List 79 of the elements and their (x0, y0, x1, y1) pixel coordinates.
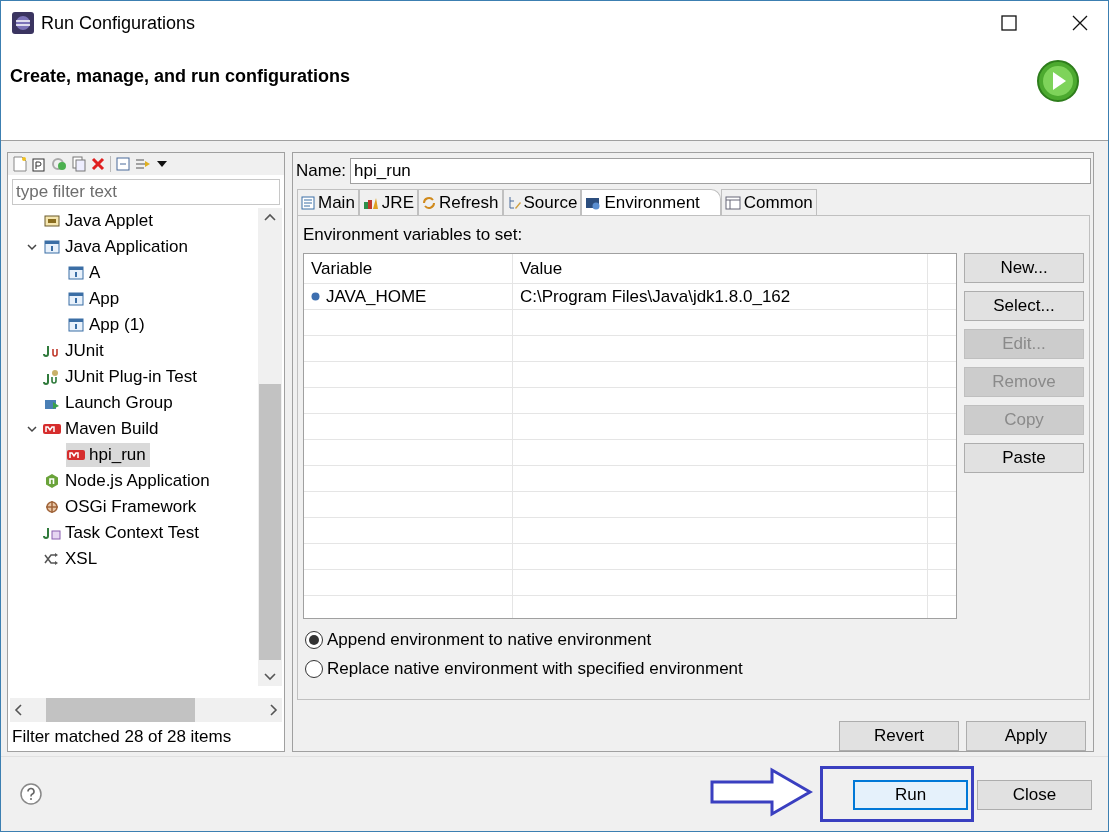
tree-item[interactable]: Task Context Test (42, 521, 203, 545)
radio-button[interactable] (305, 630, 323, 649)
chevron-icon[interactable] (27, 424, 37, 434)
name-field[interactable]: hpi_run (350, 157, 1091, 184)
column-header[interactable]: Value (513, 253, 928, 283)
window-icon (44, 240, 60, 254)
junit-plugin-icon (43, 369, 61, 385)
column-header[interactable]: Variable (304, 253, 513, 283)
table-icon (724, 195, 741, 210)
side-button[interactable]: Select... (964, 290, 1084, 321)
duplicate-icon[interactable] (72, 156, 86, 172)
tree-item[interactable]: App (1) (66, 313, 149, 337)
maximize-icon[interactable] (1001, 15, 1017, 31)
scroll-down-icon[interactable] (264, 673, 276, 681)
tree-item[interactable]: A (66, 261, 105, 285)
window-icon (68, 266, 84, 280)
task-test-icon (43, 526, 61, 540)
form-button[interactable]: Revert (839, 721, 959, 751)
tree-icon (506, 195, 521, 210)
shuffle-icon (44, 552, 60, 566)
crosshair-icon (44, 499, 60, 515)
scroll-right-icon[interactable] (270, 703, 278, 716)
environment-icon (585, 195, 602, 210)
tree-item[interactable]: JUnit Plug-in Test (42, 365, 201, 389)
scrollbar-thumb[interactable] (259, 384, 281, 660)
junit-icon (43, 344, 61, 358)
tree-item[interactable]: App (66, 287, 124, 311)
header-title: Create, manage, and run configurations (10, 65, 351, 88)
side-button[interactable]: New... (964, 252, 1084, 283)
tree-item[interactable]: Java Applet (42, 209, 157, 233)
applet-icon (44, 214, 60, 228)
tab[interactable]: Source (502, 189, 582, 216)
dropdown-icon[interactable] (156, 160, 168, 168)
tab[interactable]: Common (720, 189, 817, 216)
scroll-left-icon[interactable] (14, 703, 22, 716)
tree-item[interactable]: JUnit (42, 339, 108, 363)
scroll-up-icon[interactable] (264, 213, 276, 221)
document-icon (301, 195, 315, 210)
table-cell-text: JAVA_HOME (326, 285, 427, 308)
tree-item[interactable]: Maven Build (42, 417, 163, 441)
table-cell-text: C:\Program Files\Java\jdk1.8.0_162 (520, 285, 791, 308)
tree-item[interactable]: Node.js Application (42, 469, 214, 493)
scrollbar-thumb[interactable] (46, 697, 195, 722)
tree-item[interactable]: OSGi Framework (42, 495, 201, 519)
tab[interactable]: Refresh (418, 189, 503, 216)
new-prototype-icon[interactable] (32, 156, 46, 172)
close-icon[interactable] (1072, 15, 1088, 31)
name-label: Name: (296, 159, 347, 182)
tree-item[interactable]: Launch Group (42, 391, 177, 415)
radio-label[interactable]: Replace native environment with specified environment (327, 656, 743, 682)
chevron-icon[interactable] (27, 242, 37, 252)
horizontal-scrollbar[interactable] (10, 697, 282, 722)
tree-item[interactable]: hpi_run (66, 443, 150, 467)
dialog-button[interactable]: Run (853, 780, 968, 810)
tab[interactable]: JRE (358, 189, 418, 216)
radio-button[interactable] (305, 660, 323, 678)
window-title: Run Configurations (41, 11, 196, 35)
section-label: Environment variables to set: (303, 224, 524, 247)
delete-icon[interactable] (91, 157, 105, 171)
radio-label[interactable]: Append environment to native environment (327, 626, 652, 653)
maven-icon (67, 449, 85, 461)
filter-field[interactable]: type filter text (12, 179, 280, 205)
run-icon (1036, 59, 1080, 103)
app-icon (11, 11, 35, 35)
window-icon (68, 292, 84, 306)
dialog-button[interactable]: Close (977, 780, 1092, 810)
tab[interactable]: Environment (581, 189, 721, 216)
tree-item[interactable]: XSL (42, 547, 102, 571)
side-button[interactable]: Paste (964, 442, 1084, 473)
maven-icon (43, 423, 61, 435)
variable-icon (311, 291, 320, 301)
vertical-scrollbar[interactable] (258, 208, 282, 686)
window-icon (68, 318, 84, 332)
tree-item[interactable]: Java Application (42, 235, 192, 259)
form-button[interactable]: Apply (966, 721, 1086, 751)
tab[interactable]: Main (297, 189, 359, 216)
hexagon-icon (44, 473, 60, 489)
refresh-icon (422, 195, 436, 210)
help-icon[interactable] (20, 783, 42, 805)
